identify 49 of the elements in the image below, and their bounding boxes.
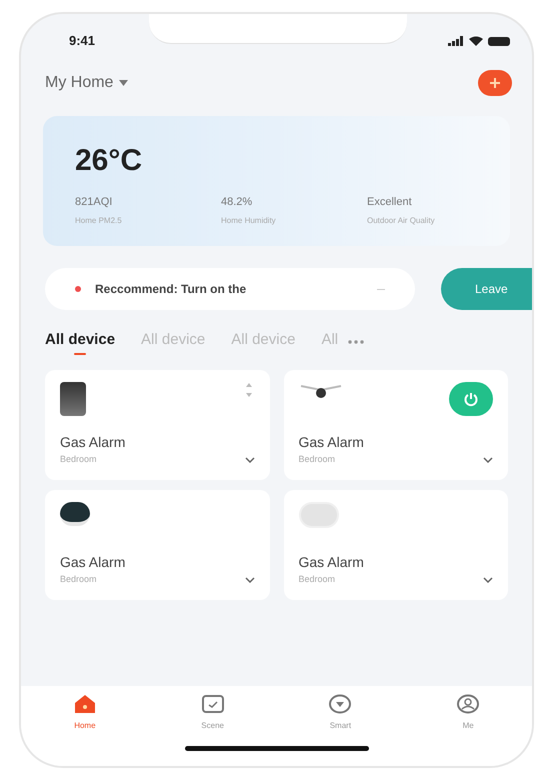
device-room: Bedroom xyxy=(298,573,336,586)
add-button[interactable] xyxy=(478,70,512,96)
power-icon xyxy=(463,391,479,407)
smart-icon xyxy=(328,694,352,714)
device-name: Gas Alarm xyxy=(298,433,365,452)
device-panel-image xyxy=(60,382,86,416)
chevron-down-icon[interactable] xyxy=(483,456,493,463)
tab-indicator xyxy=(74,353,86,356)
nav-tab[interactable]: Me xyxy=(438,694,498,732)
device-room: Bedroom xyxy=(60,573,97,586)
recommendation-text: Reccommend: Turn on the xyxy=(95,281,246,298)
device-name: Gas Alarm xyxy=(298,553,365,572)
device-tab[interactable]: All device xyxy=(45,328,116,356)
scene-icon xyxy=(200,694,225,714)
battery-icon xyxy=(488,36,510,46)
status-time: 9:41 xyxy=(69,32,96,50)
device-room: Bedroom xyxy=(60,453,97,466)
device-hub-image xyxy=(60,502,90,526)
stat-label: Home PM2.5 xyxy=(75,214,123,226)
device-card[interactable]: Gas Alarm Bedroom xyxy=(45,370,270,480)
caret-icon xyxy=(119,80,128,86)
device-room: Bedroom xyxy=(298,453,336,466)
stat-label: Outdoor Air Quality xyxy=(367,214,436,226)
stat-value: 821AQI xyxy=(75,195,114,210)
device-card[interactable]: Gas Alarm Bedroom xyxy=(284,370,508,480)
home-selector[interactable]: My Home xyxy=(45,71,128,95)
nav-tab[interactable]: Home xyxy=(54,694,115,732)
nav-tab[interactable]: Smart xyxy=(310,694,370,732)
leave-button[interactable]: Leave xyxy=(441,268,532,310)
stat-label: Home Humidity xyxy=(221,214,277,226)
recommendation-banner[interactable]: Reccommend: Turn on the xyxy=(45,268,415,310)
chevron-down-icon[interactable] xyxy=(244,456,254,463)
wifi-icon xyxy=(469,36,483,46)
signal-icon xyxy=(448,36,464,46)
device-card[interactable]: Gas Alarm Bedroom xyxy=(45,490,270,600)
device-sensor-image xyxy=(298,502,338,528)
device-name: Gas Alarm xyxy=(60,553,126,572)
nav-tab[interactable]: Scene xyxy=(182,694,243,732)
chevron-down-icon[interactable] xyxy=(483,576,493,583)
profile-icon xyxy=(456,694,480,714)
device-card[interactable]: Gas Alarm Bedroom xyxy=(284,490,508,600)
plus-icon xyxy=(490,78,500,88)
home-icon xyxy=(72,694,97,714)
more-icon[interactable] xyxy=(348,340,364,344)
device-name: Gas Alarm xyxy=(60,433,126,452)
stat-value: Excellent xyxy=(367,195,413,210)
chevron-down-icon[interactable] xyxy=(244,576,254,583)
temperature: 26°C xyxy=(75,146,144,176)
stat-value: 48.2% xyxy=(221,195,254,210)
